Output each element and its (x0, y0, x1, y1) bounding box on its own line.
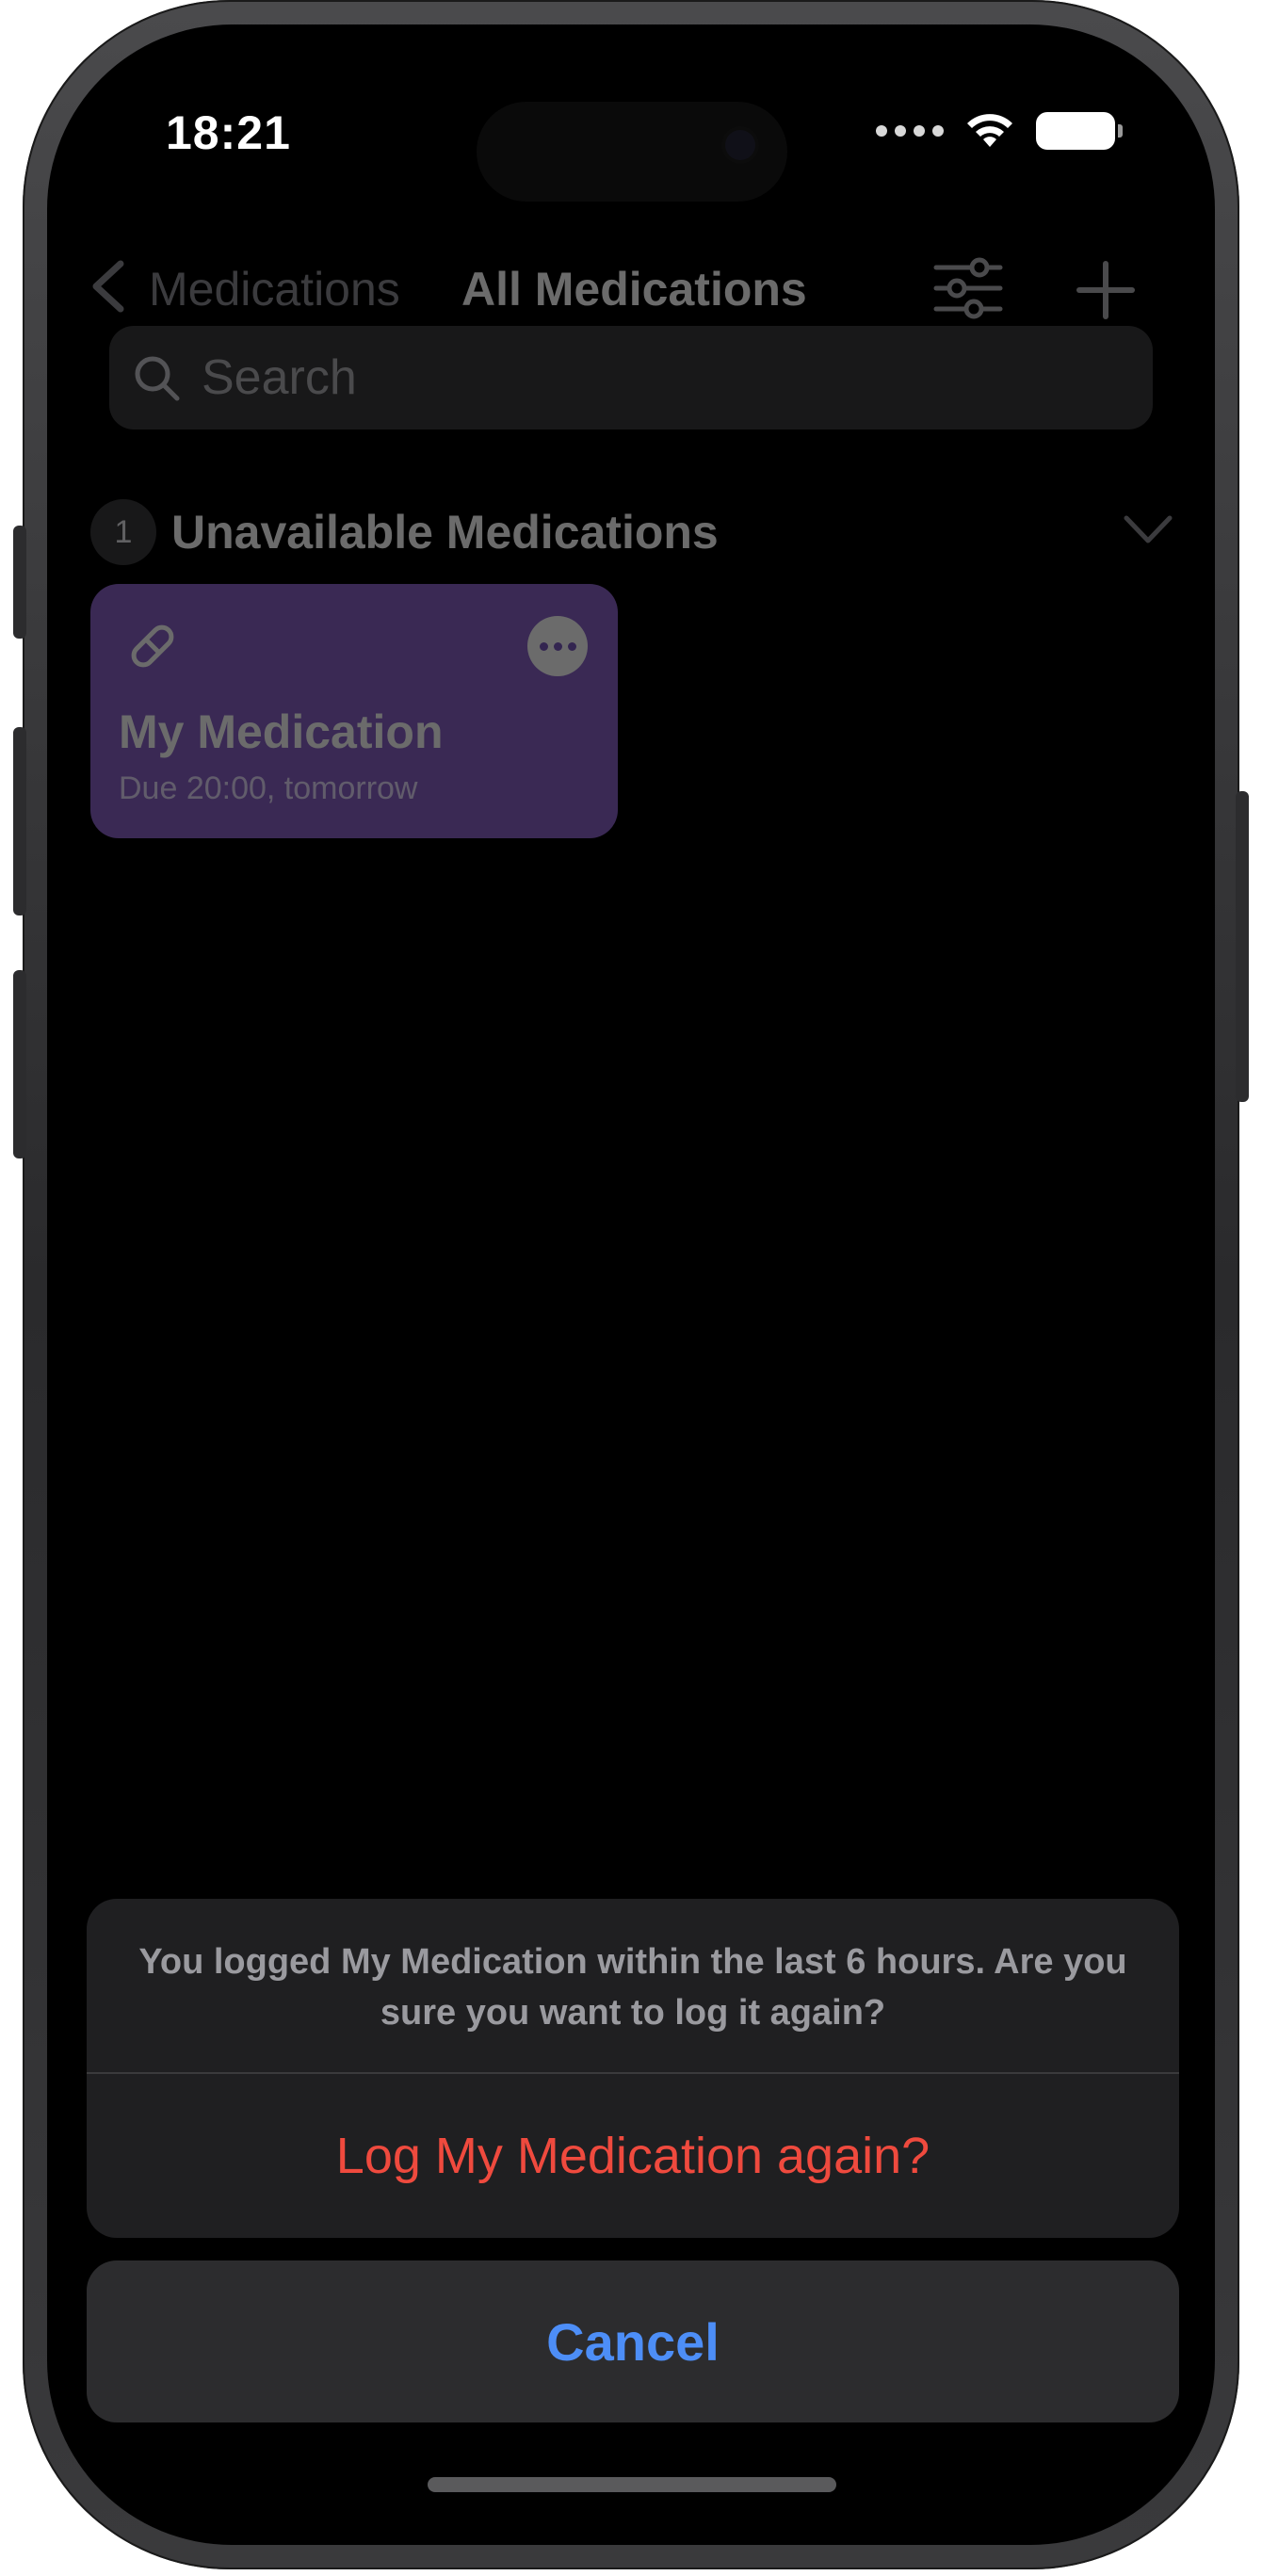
status-indicators (876, 111, 1123, 151)
medication-card[interactable]: My Medication Due 20:00, tomorrow (90, 584, 618, 838)
cellular-signal-icon (876, 125, 944, 137)
filter-sliders-icon[interactable] (930, 254, 1006, 322)
navigation-bar: Medications All Medications (47, 241, 1215, 335)
medication-due: Due 20:00, tomorrow (119, 770, 418, 806)
action-button (13, 526, 26, 639)
back-chevron-icon[interactable] (87, 260, 130, 313)
more-button[interactable] (527, 616, 588, 676)
chevron-down-icon[interactable] (1123, 512, 1173, 546)
log-again-button[interactable]: Log My Medication again? (87, 2074, 1179, 2238)
count-badge: 1 (90, 499, 156, 565)
back-button[interactable]: Medications (149, 262, 400, 316)
plus-icon[interactable] (1072, 256, 1140, 324)
home-indicator[interactable] (428, 2477, 836, 2492)
power-button (1236, 791, 1249, 1102)
battery-icon (1036, 112, 1123, 150)
volume-down-button (13, 970, 26, 1158)
medication-name: My Medication (119, 705, 444, 758)
action-sheet: You logged My Medication within the last… (87, 1899, 1179, 2238)
wifi-icon (967, 114, 1012, 147)
section-header[interactable]: 1 Unavailable Medications (90, 495, 1173, 571)
cancel-button[interactable]: Cancel (87, 2260, 1179, 2422)
section-title: Unavailable Medications (171, 506, 719, 559)
search-bar[interactable] (109, 326, 1153, 429)
screen: 18:21 Medications All Medications Search… (47, 24, 1215, 2545)
volume-up-button (13, 727, 26, 915)
search-input[interactable] (200, 348, 1051, 407)
action-sheet-message: You logged My Medication within the last… (138, 1942, 1127, 2033)
status-time: 18:21 (166, 106, 291, 159)
pill-icon (131, 624, 174, 668)
search-icon (135, 356, 180, 401)
more-icon (539, 641, 548, 651)
page-title: All Medications (461, 263, 807, 316)
camera (725, 130, 755, 160)
